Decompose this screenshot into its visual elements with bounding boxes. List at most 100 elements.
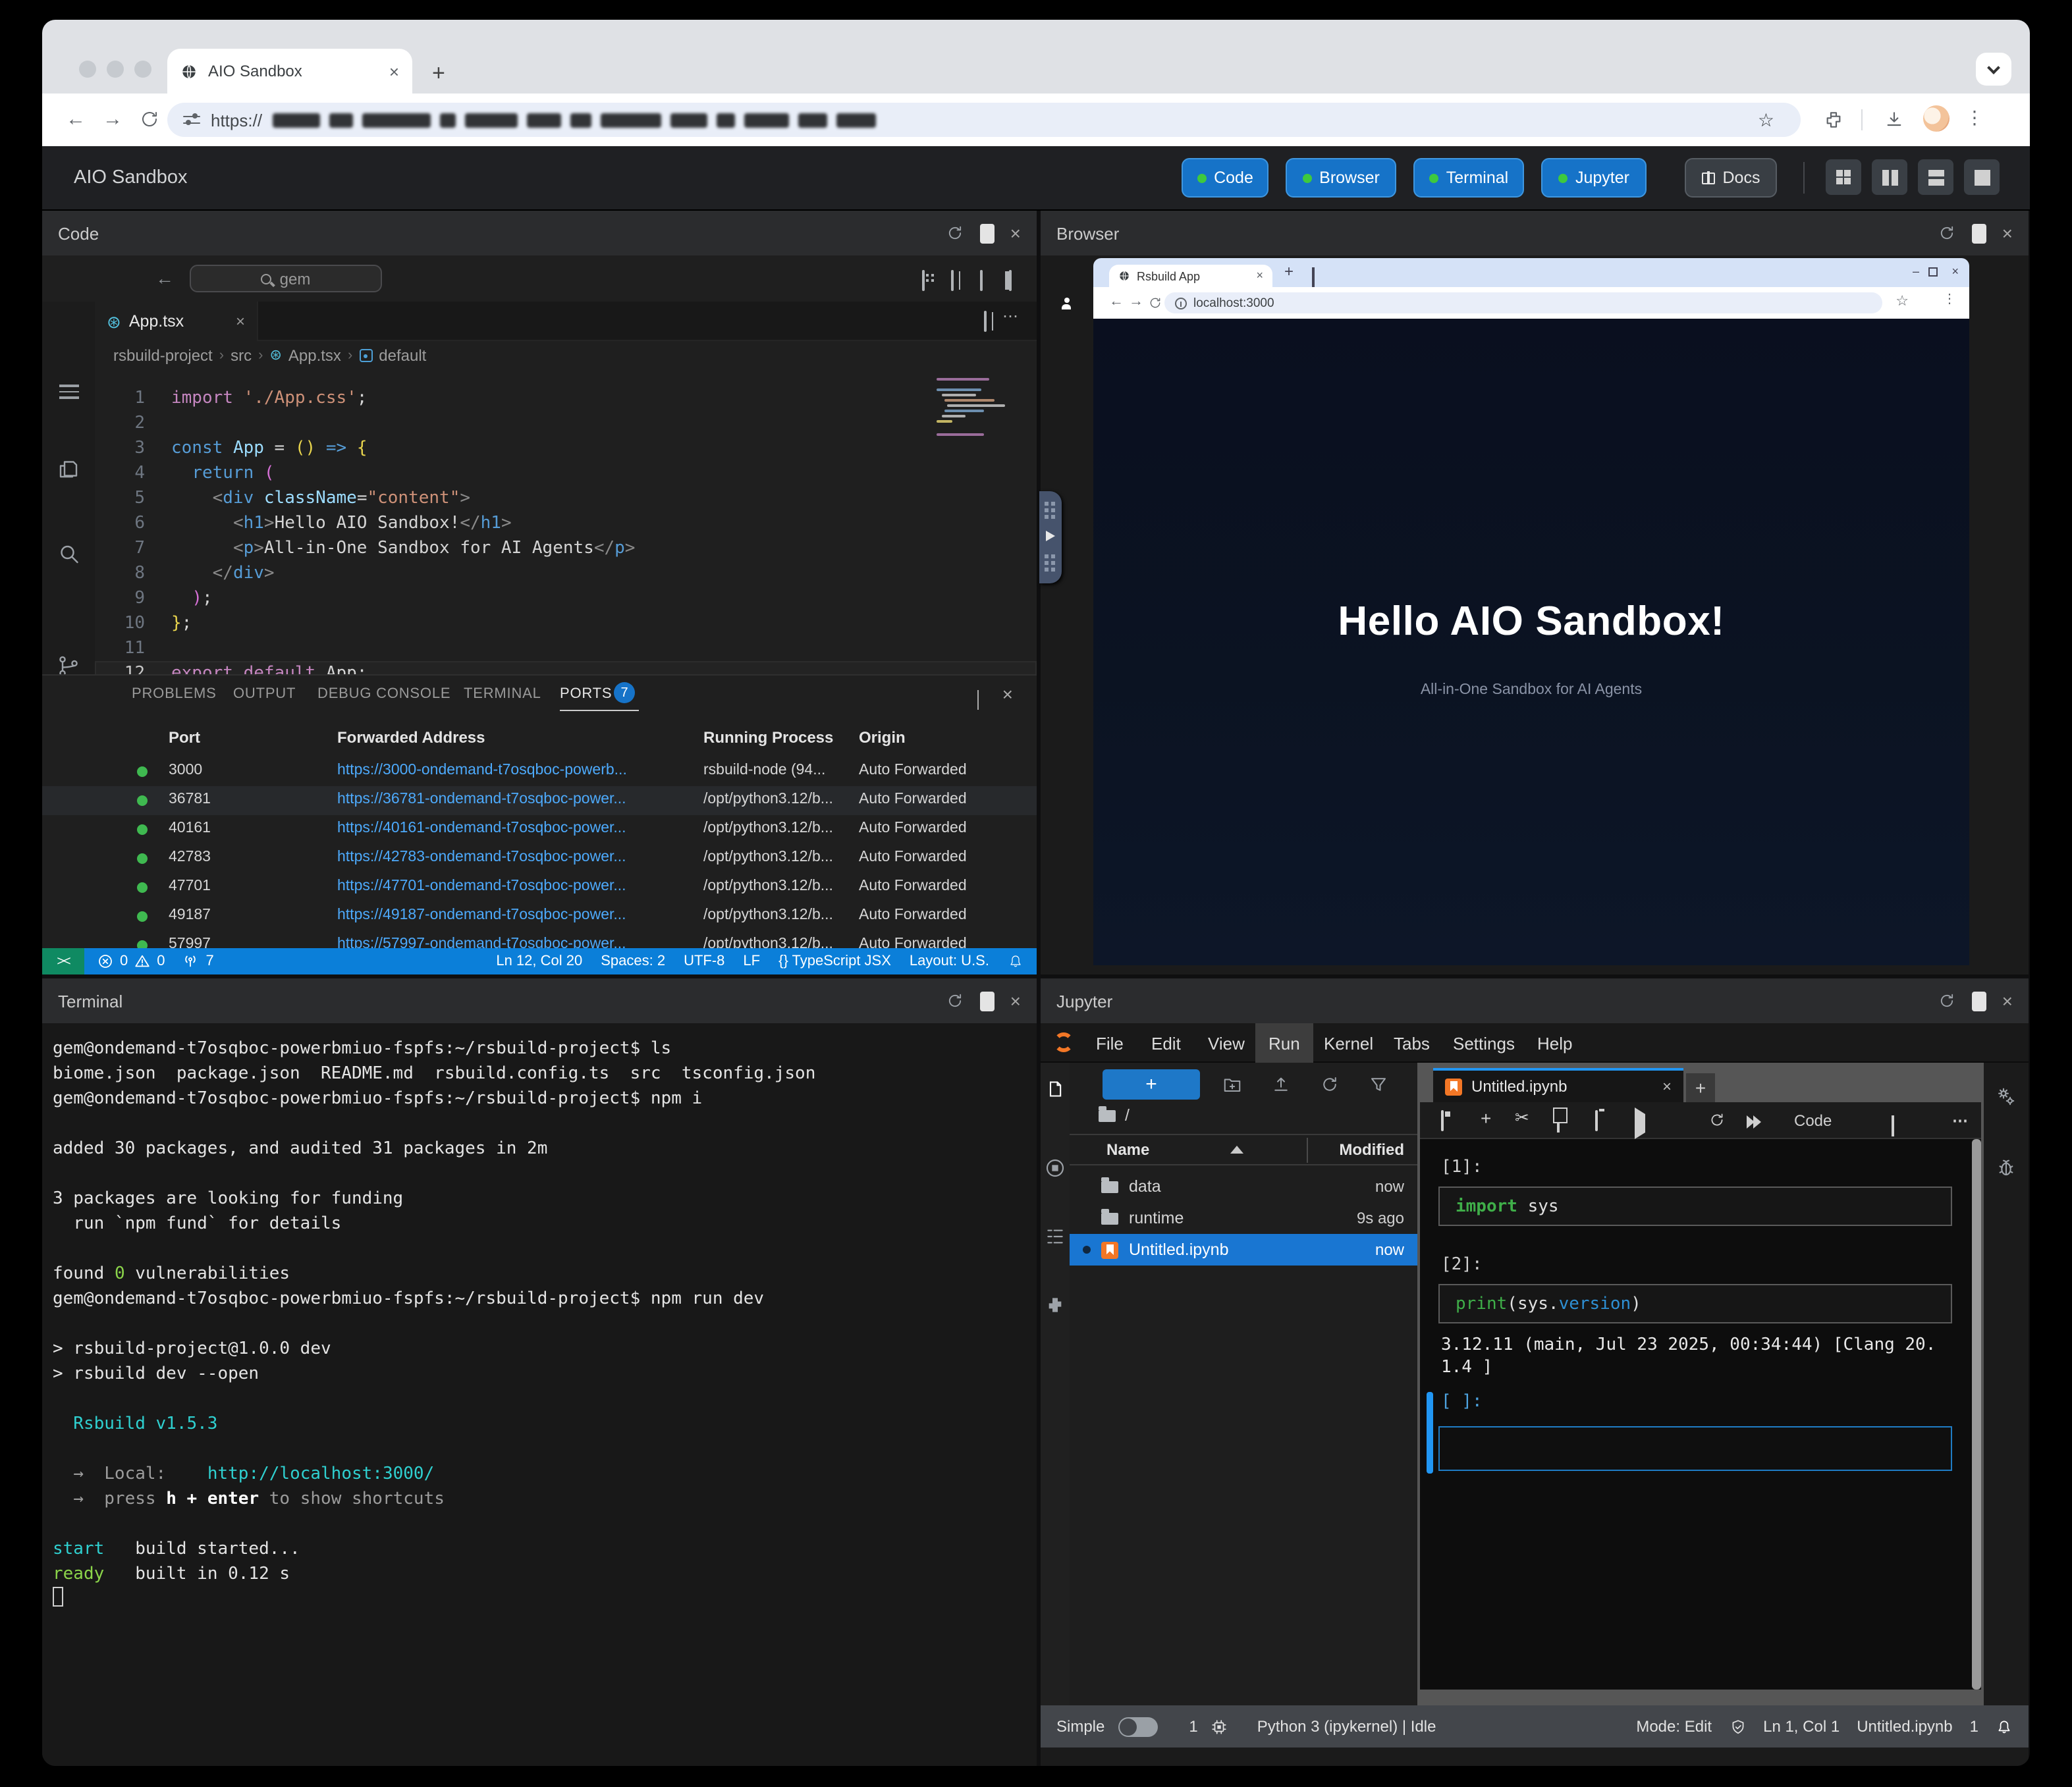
active-empty-cell[interactable] (1438, 1426, 1952, 1471)
forwarded-link[interactable]: https://3000-ondemand-t7osqboc-powerb... (337, 762, 693, 778)
port-row[interactable]: 49187https://49187-ondemand-t7osqboc-pow… (42, 902, 1037, 931)
tune-icon[interactable] (183, 113, 200, 127)
menu-help[interactable]: Help (1524, 1023, 1586, 1063)
bookmark-star-icon[interactable]: ☆ (1895, 292, 1909, 309)
breadcrumb-symbol[interactable]: default (379, 346, 426, 365)
forwarded-link[interactable]: https://49187-ondemand-t7osqboc-power... (337, 907, 693, 923)
tab-close-icon[interactable]: × (236, 313, 245, 329)
traffic-light-minimize[interactable] (107, 61, 124, 78)
tab-close-icon[interactable]: × (1256, 270, 1263, 282)
nav-button-jupyter[interactable]: Jupyter (1541, 158, 1647, 198)
forwarded-link[interactable]: https://42783-ondemand-t7osqboc-power... (337, 849, 693, 865)
terminal-output[interactable]: gem@ondemand-t7osqboc-powerbmiuo-fspfs:~… (42, 1023, 1037, 1766)
indent-setting[interactable]: Spaces: 2 (601, 953, 665, 969)
refresh-icon[interactable] (1320, 1075, 1340, 1094)
code-cell[interactable]: import sys (1438, 1187, 1952, 1226)
warning-count[interactable]: 0 (157, 953, 165, 969)
toggle-sidebar-icon[interactable] (1009, 271, 1012, 290)
running-kernels-icon[interactable] (1045, 1158, 1066, 1179)
cell-type-select[interactable]: Code (1794, 1111, 1832, 1130)
new-folder-icon[interactable] (1222, 1075, 1242, 1094)
reload-icon[interactable] (1149, 296, 1162, 309)
close-icon[interactable]: × (2002, 992, 2013, 1010)
detach-icon[interactable] (1972, 223, 1986, 243)
more-actions-icon[interactable]: ⋯ (1002, 307, 1018, 325)
port-row[interactable]: 3000https://3000-ondemand-t7osqboc-power… (42, 757, 1037, 786)
docs-button[interactable]: Docs (1685, 158, 1777, 198)
maximize-panel-icon[interactable] (977, 691, 979, 710)
browser-tab[interactable]: AIO Sandbox × (167, 49, 412, 93)
scrollbar[interactable] (1972, 1139, 1981, 1690)
address-bar[interactable]: https:// ☆ (167, 103, 1801, 137)
tab-terminal[interactable]: TERMINAL (464, 686, 541, 702)
kebab-menu-icon[interactable]: ⋮ (1965, 107, 1984, 129)
new-tab-button[interactable]: + (1686, 1073, 1715, 1102)
table-of-contents-icon[interactable] (1045, 1226, 1066, 1247)
explorer-icon[interactable] (57, 457, 80, 481)
code-cell[interactable]: print(sys.version) (1438, 1284, 1952, 1323)
extensions-puzzle-icon[interactable] (1823, 109, 1844, 130)
remote-indicator[interactable]: >< (42, 948, 84, 974)
cursor-position[interactable]: Ln 1, Col 1 (1763, 1717, 1840, 1736)
tab-output[interactable]: OUTPUT (233, 686, 296, 702)
search-icon[interactable] (57, 543, 80, 566)
col-name[interactable]: Name (1106, 1140, 1149, 1159)
property-inspector-icon[interactable] (1996, 1086, 2017, 1107)
nav-button-browser[interactable]: Browser (1286, 158, 1396, 198)
breadcrumb-file[interactable]: App.tsx (288, 346, 341, 365)
refresh-icon[interactable] (1938, 224, 1956, 242)
forward-icon[interactable]: → (1129, 294, 1143, 309)
download-icon[interactable] (1884, 109, 1905, 130)
paste-cell-icon[interactable] (1595, 1111, 1598, 1130)
upload-icon[interactable] (1271, 1075, 1291, 1094)
breadcrumb-project[interactable]: rsbuild-project (113, 346, 213, 365)
tab-debug-console[interactable]: DEBUG CONSOLE (317, 686, 450, 702)
site-info-icon[interactable] (1175, 297, 1187, 309)
run-all-icon[interactable] (1747, 1114, 1761, 1133)
forward-icon[interactable]: → (103, 108, 123, 130)
add-cell-icon[interactable]: + (1481, 1107, 1491, 1129)
menu-settings[interactable]: Settings (1440, 1023, 1528, 1063)
file-browser-icon[interactable] (1046, 1079, 1064, 1100)
reload-icon[interactable] (140, 109, 159, 129)
forwarded-link[interactable]: https://40161-ondemand-t7osqboc-power... (337, 820, 693, 836)
layout-single-button[interactable] (1964, 159, 2000, 195)
language-mode[interactable]: {} TypeScript JSX (778, 953, 891, 969)
debugger-bug-icon[interactable] (1996, 1158, 2017, 1179)
menu-icon[interactable] (59, 381, 83, 404)
restore-icon[interactable] (1928, 267, 1938, 277)
command-search-input[interactable]: gem (190, 265, 382, 292)
editor-tab-apptsx[interactable]: ⊛ App.tsx × (95, 302, 258, 341)
close-icon[interactable]: × (1010, 992, 1021, 1010)
close-panel-icon[interactable]: × (1002, 683, 1013, 705)
bell-icon[interactable] (1008, 953, 1023, 969)
toggle-panel-icon[interactable] (980, 271, 983, 290)
close-icon[interactable]: × (1951, 265, 1959, 278)
chevron-down-icon[interactable] (1892, 1115, 1894, 1134)
layout-grid-button[interactable] (1826, 159, 1861, 195)
encoding[interactable]: UTF-8 (684, 953, 724, 969)
menu-run[interactable]: Run (1255, 1023, 1313, 1063)
panel-resize-handle[interactable] (1039, 491, 1062, 583)
menu-file[interactable]: File (1083, 1023, 1137, 1063)
detach-icon[interactable] (1972, 991, 1986, 1011)
kebab-menu-icon[interactable]: ⋮ (1943, 292, 1956, 307)
refresh-icon[interactable] (946, 992, 964, 1010)
tab-close-icon[interactable]: × (1662, 1079, 1672, 1094)
menu-tabs[interactable]: Tabs (1380, 1023, 1443, 1063)
tab-close-icon[interactable]: × (389, 63, 399, 80)
traffic-light-close[interactable] (79, 61, 96, 78)
profile-avatar[interactable] (1923, 105, 1949, 132)
file-row-runtime[interactable]: runtime9s ago (1070, 1202, 1417, 1234)
port-row[interactable]: 47701https://47701-ondemand-t7osqboc-pow… (42, 873, 1037, 902)
error-count[interactable]: 0 (120, 953, 128, 969)
notebook-tab[interactable]: Untitled.ipynb × (1433, 1068, 1683, 1102)
traffic-light-zoom[interactable] (134, 61, 151, 78)
save-icon[interactable] (1441, 1111, 1444, 1130)
new-launcher-button[interactable]: + (1103, 1069, 1200, 1100)
nav-back-icon[interactable]: ← (155, 267, 174, 288)
tab-search-button[interactable] (1976, 53, 2011, 86)
cut-cell-icon[interactable]: ✂ (1515, 1107, 1529, 1129)
file-list-header[interactable]: Name Modified (1070, 1134, 1417, 1165)
code-editor-content[interactable]: 1import './App.css'; 2 3const App = () =… (95, 370, 1037, 674)
